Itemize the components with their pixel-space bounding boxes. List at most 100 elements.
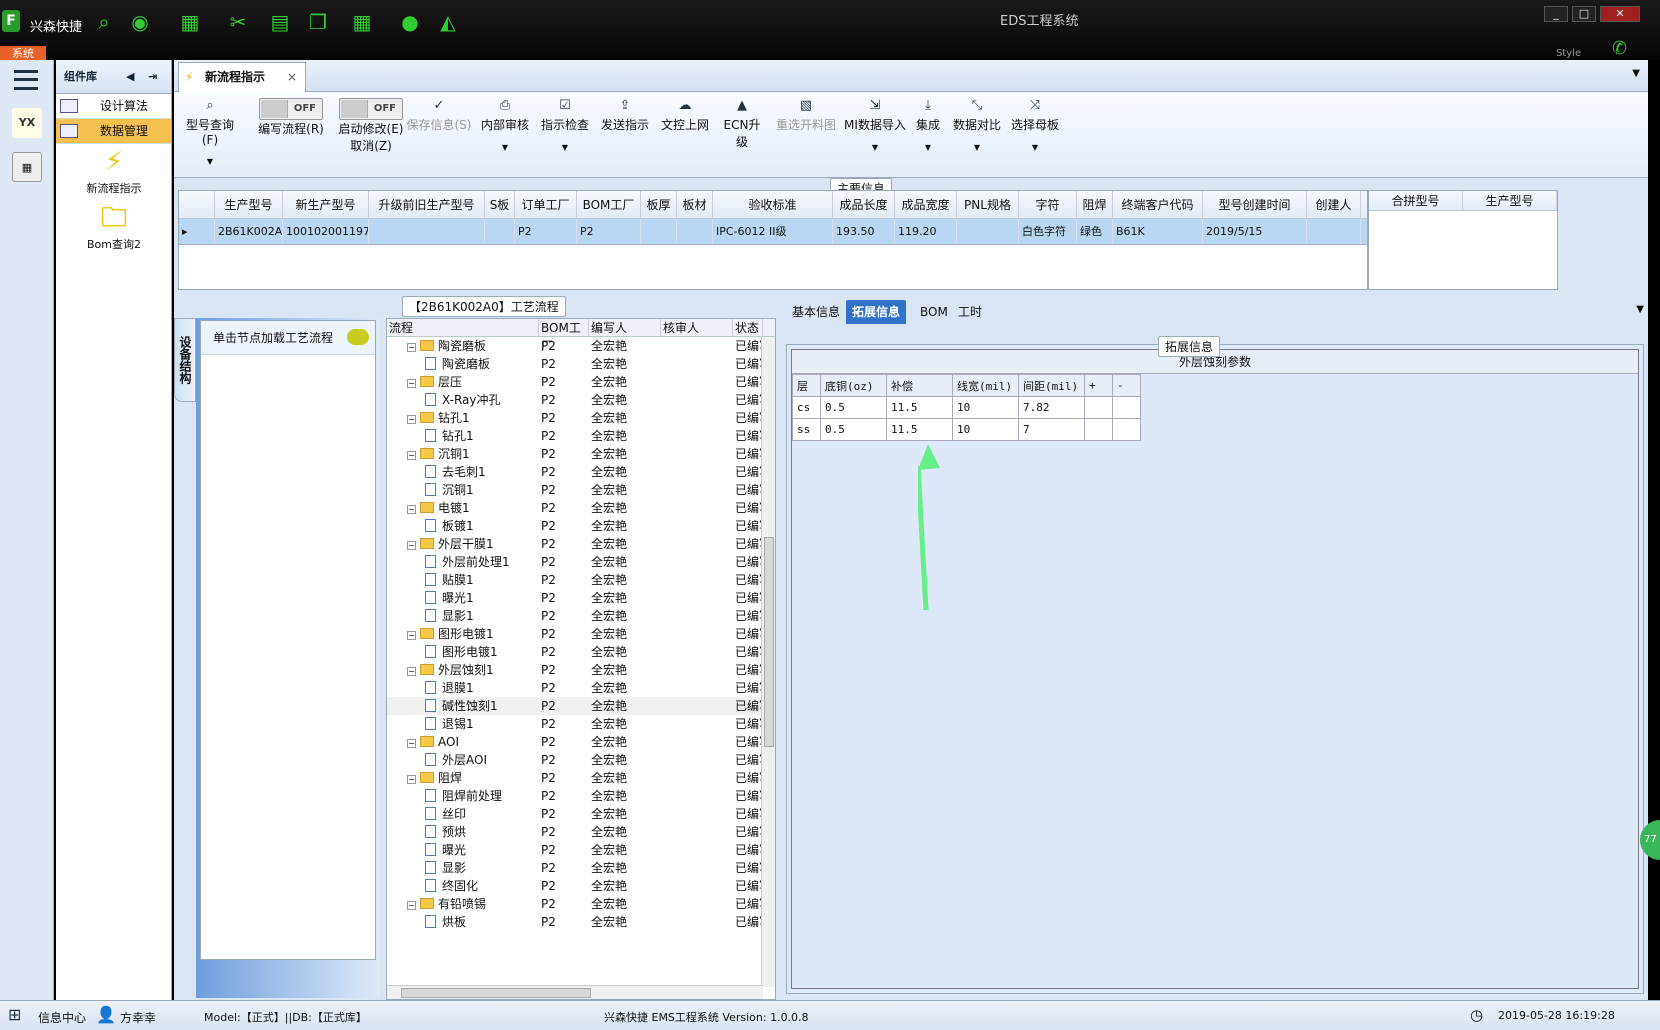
table-cell[interactable]: IPC-6012 II级 [713,219,833,244]
column-header[interactable]: + [1084,374,1113,397]
vertical-scrollbar[interactable] [761,337,775,987]
column-header[interactable]: 新生产型号 [283,191,369,218]
table-icon[interactable]: ▦ [178,10,202,34]
tree-row[interactable]: − AOI P2 全宏艳 已编写 [387,733,775,751]
tab-extended-info[interactable]: 拓展信息 [846,300,907,324]
tree-row[interactable]: 去毛刺1 P2 全宏艳 已编写 [387,463,775,481]
table-cell[interactable]: 2019/5/15 [1203,219,1307,244]
search-button[interactable]: ⌕ 型号查询(F) ▼ [178,98,242,166]
table-cell[interactable]: B61K [1113,219,1203,244]
equipment-structure-tab[interactable]: 设备结构 [174,318,196,402]
table-cell[interactable]: 0.5 [820,396,887,419]
edit-flow-toggle[interactable]: OFF 编写流程(R) [250,98,332,137]
column-header[interactable]: 型号创建时间 [1203,191,1307,218]
tree-row[interactable]: 贴膜1 P2 全宏艳 已编写 [387,571,775,589]
column-header[interactable]: PNL规格 [957,191,1019,218]
check-button[interactable]: ☑ 指示检查 ▼ [540,98,590,152]
table-cell[interactable]: 11.5 [886,396,953,419]
collapse-icon[interactable]: − [407,415,416,424]
table-cell[interactable] [641,219,677,244]
refresh-icon[interactable]: ◉ [128,10,152,34]
chevron-down-icon[interactable]: ▼ [1632,68,1640,79]
collapse-icon[interactable]: − [407,901,416,910]
film-icon[interactable]: ▤ [268,10,292,34]
column-header[interactable]: 板材 [677,191,713,218]
tree-row[interactable]: 阻焊前处理 P2 全宏艳 已编写 [387,787,775,805]
mi-import-button[interactable]: ⇲ MI数据导入 ▼ [842,98,908,152]
tree-row[interactable]: 图形电镀1 P2 全宏艳 已编写 [387,643,775,661]
tree-row[interactable]: 沉铜1 P2 全宏艳 已编写 [387,481,775,499]
collapse-icon[interactable]: − [407,451,416,460]
tree-row[interactable]: 显影 P2 全宏艳 已编写 [387,859,775,877]
maximize-button[interactable]: □ [1572,6,1596,22]
table-cell[interactable]: 10 [952,418,1019,441]
reselect-button[interactable]: ▧ 重选开料图 [774,98,838,133]
tree-row[interactable]: − 钻孔1 P2 全宏艳 已编写 [387,409,775,427]
tree-row[interactable]: 曝光 P2 全宏艳 已编写 [387,841,775,859]
collapse-icon[interactable]: − [407,379,416,388]
scroll-thumb[interactable] [764,537,774,747]
tree-row[interactable]: 退膜1 P2 全宏艳 已编写 [387,679,775,697]
new-flow-item[interactable]: ⚡ 新流程指示 [66,144,162,196]
collapse-left-icon[interactable]: ◀ [126,60,134,94]
tree-row[interactable]: 板镀1 P2 全宏艳 已编写 [387,517,775,535]
table-cell[interactable] [1084,418,1113,441]
table-cell[interactable]: P2 [577,219,641,244]
table-cell[interactable] [485,219,515,244]
column-header[interactable]: BOM工厂 [577,191,641,218]
column-header[interactable]: - [1112,374,1141,397]
sidebar-item-data[interactable]: 数据管理 [56,119,171,144]
select-board-button[interactable]: ⤨ 选择母板 ▼ [1010,98,1060,152]
tree-row[interactable]: − 陶瓷磨板 P2 全宏艳 已编写 [387,337,775,355]
tab-basic-info[interactable]: 基本信息 [786,300,846,324]
collapse-icon[interactable]: − [407,541,416,550]
table-cell[interactable]: 白色字符 [1019,219,1077,244]
tree-row[interactable]: 预烘 P2 全宏艳 已编写 [387,823,775,841]
table-cell[interactable]: 2B61K002A0 [215,219,283,244]
table-cell[interactable]: 7 [1018,418,1085,441]
calculator-icon[interactable]: ▦ [12,152,42,182]
chart-icon[interactable]: ◭ [436,10,460,34]
table-cell[interactable]: 10 [952,396,1019,419]
collapse-icon[interactable]: − [407,631,416,640]
column-header[interactable]: 阻焊 [1077,191,1113,218]
windows-icon[interactable]: ⊞ [8,1005,21,1024]
table-cell[interactable] [1112,396,1141,419]
tree-row[interactable]: − 层压 P2 全宏艳 已编写 [387,373,775,391]
toggle-switch[interactable]: OFF [339,98,403,120]
column-header[interactable]: 板厚 [641,191,677,218]
horizontal-scrollbar[interactable] [387,985,763,999]
tree-row[interactable]: − 外层蚀刻1 P2 全宏艳 已编写 [387,661,775,679]
bom-query-item[interactable]: 🗀 Bom查询2 [66,200,162,252]
pin-icon[interactable]: ⇥ [148,60,157,94]
tree-row[interactable]: 烘板 P2 全宏艳 已编写 [387,913,775,931]
tree-row[interactable]: 钻孔1 P2 全宏艳 已编写 [387,427,775,445]
tree-row[interactable]: 终固化 P2 全宏艳 已编写 [387,877,775,895]
column-header[interactable]: 验收标准 [713,191,833,218]
save-button[interactable]: ✓ 保存信息(S) [406,98,472,133]
column-header[interactable]: 订单工厂 [515,191,577,218]
sidebar-item-design[interactable]: 设计算法 [56,94,171,119]
tree-row[interactable]: X-Ray冲孔 P2 全宏艳 已编写 [387,391,775,409]
collapse-icon[interactable]: − [407,343,416,352]
table-cell[interactable] [677,219,713,244]
table-cell[interactable]: 0.5 [820,418,887,441]
toggle-switch[interactable]: OFF [259,98,323,120]
collapse-icon[interactable]: − [407,667,416,676]
scissors-icon[interactable]: ✂ [226,10,250,34]
collapse-icon[interactable]: − [407,775,416,784]
minimize-button[interactable]: _ [1544,6,1568,22]
tree-row[interactable]: − 图形电镀1 P2 全宏艳 已编写 [387,625,775,643]
compare-button[interactable]: ⤡ 数据对比 ▼ [952,98,1002,152]
tree-row[interactable]: − 外层干膜1 P2 全宏艳 已编写 [387,535,775,553]
tab-work-hours[interactable]: 工时 [952,300,988,324]
tree-row[interactable]: 外层AOI P2 全宏艳 已编写 [387,751,775,769]
column-header[interactable]: 成品长度 [833,191,895,218]
menu-icon[interactable] [14,70,38,90]
tab-new-flow[interactable]: 新流程指示 × [178,62,306,92]
table-cell[interactable]: cs [792,396,821,419]
close-tab-icon[interactable]: × [287,63,297,91]
tree-row[interactable]: 显影1 P2 全宏艳 已编写 [387,607,775,625]
user-icon[interactable]: ● [398,10,422,34]
tree-row[interactable]: 陶瓷磨板 P2 全宏艳 已编写 [387,355,775,373]
